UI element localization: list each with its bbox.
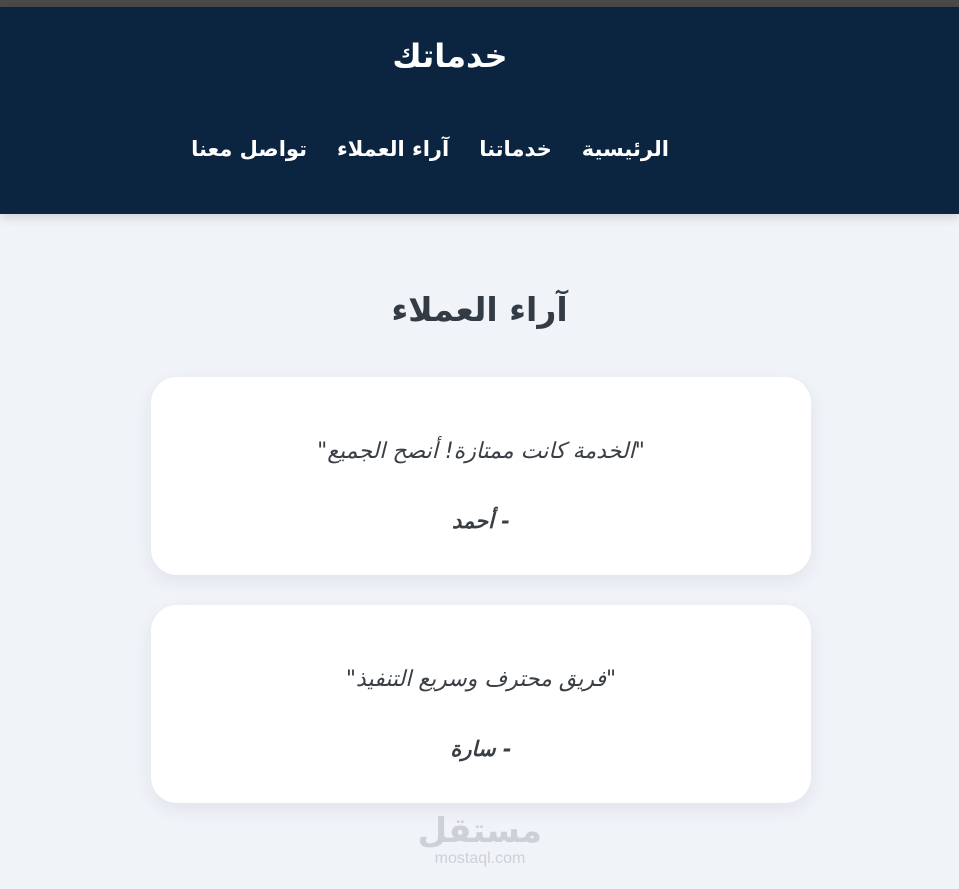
site-header: خدماتك الرئيسية خدماتنا آراء العملاء توا… (0, 7, 959, 214)
window-top-strip (0, 0, 959, 7)
testimonial-card: "فريق محترف وسريع التنفيذ" - سارة (151, 605, 811, 803)
watermark-arabic: مستقل (417, 811, 542, 851)
testimonial-card: "الخدمة كانت ممتازة! أنصح الجميع" - أحمد (151, 377, 811, 575)
section-title: آراء العملاء (391, 290, 568, 329)
nav-link-testimonials[interactable]: آراء العملاء (337, 137, 449, 161)
testimonial-author: - أحمد (451, 509, 510, 533)
nav-list: الرئيسية خدماتنا آراء العملاء تواصل معنا (191, 137, 669, 161)
nav-item-testimonials: آراء العملاء (337, 137, 449, 161)
watermark-latin: mostaql.com (434, 850, 526, 867)
testimonial-quote: "الخدمة كانت ممتازة! أنصح الجميع" (317, 439, 645, 464)
testimonial-quote: "فريق محترف وسريع التنفيذ" (345, 667, 617, 692)
nav-item-services: خدماتنا (479, 137, 552, 161)
site-title: خدماتك (392, 37, 508, 75)
nav-item-home: الرئيسية (582, 137, 669, 161)
nav-link-contact[interactable]: تواصل معنا (191, 137, 307, 161)
nav-link-home[interactable]: الرئيسية (582, 137, 669, 161)
mostaql-watermark: مستقل mostaql.com (418, 812, 542, 868)
nav-item-contact: تواصل معنا (191, 137, 307, 161)
testimonial-author: - سارة (450, 737, 512, 761)
nav-link-services[interactable]: خدماتنا (479, 137, 552, 161)
